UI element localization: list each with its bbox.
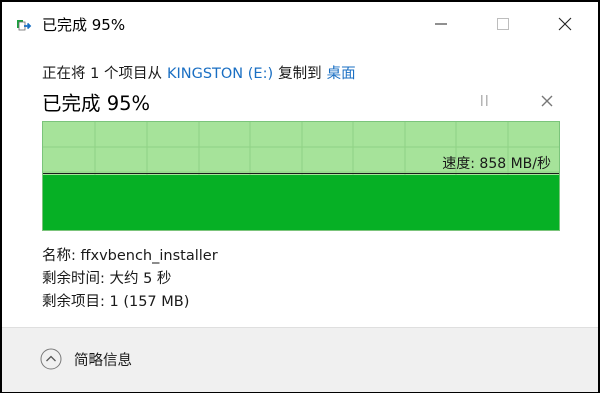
copy-file-icon bbox=[16, 17, 32, 33]
window-title: 已完成 95% bbox=[42, 16, 126, 34]
copy-prefix: 正在将 1 个项目从 bbox=[42, 66, 162, 82]
copy-progress-dialog: 已完成 95% 正在将 1 个项目从 KINGSTON (E:) 复制到 桌面 已完成… bbox=[2, 2, 598, 392]
pause-button[interactable] bbox=[472, 90, 498, 112]
fewer-details-label: 简略信息 bbox=[74, 352, 132, 369]
time-remaining: 剩余时间: 大约 5 秒 bbox=[42, 271, 172, 287]
maximize-button[interactable] bbox=[480, 8, 526, 40]
fewer-details-button[interactable]: 简略信息 bbox=[40, 345, 132, 373]
dialog-footer: 简略信息 bbox=[2, 327, 598, 392]
progress-fill bbox=[43, 175, 559, 230]
progress-heading: 已完成 95% bbox=[42, 92, 151, 115]
minimize-icon bbox=[435, 23, 447, 25]
close-window-button[interactable] bbox=[542, 8, 588, 40]
items-remaining: 剩余项目: 1 (157 MB) bbox=[42, 294, 190, 310]
close-icon bbox=[558, 17, 572, 31]
pause-icon bbox=[481, 95, 488, 106]
copy-description: 正在将 1 个项目从 KINGSTON (E:) 复制到 桌面 bbox=[42, 62, 356, 83]
speed-label: 速度: 858 MB/秒 bbox=[442, 156, 551, 172]
cancel-button[interactable] bbox=[534, 90, 560, 112]
chevron-up-icon bbox=[40, 348, 62, 370]
destination-link[interactable]: 桌面 bbox=[327, 66, 356, 82]
copy-middle: 复制到 bbox=[278, 66, 322, 82]
source-link[interactable]: KINGSTON (E:) bbox=[167, 66, 273, 82]
maximize-icon bbox=[497, 18, 509, 30]
file-name: 名称: ffxvbench_installer bbox=[42, 248, 218, 264]
transfer-speed-graph: 速度: 858 MB/秒 bbox=[42, 121, 560, 231]
speed-line bbox=[43, 173, 559, 174]
title-bar[interactable]: 已完成 95% bbox=[2, 2, 598, 46]
close-icon bbox=[541, 95, 553, 107]
minimize-button[interactable] bbox=[418, 8, 464, 40]
